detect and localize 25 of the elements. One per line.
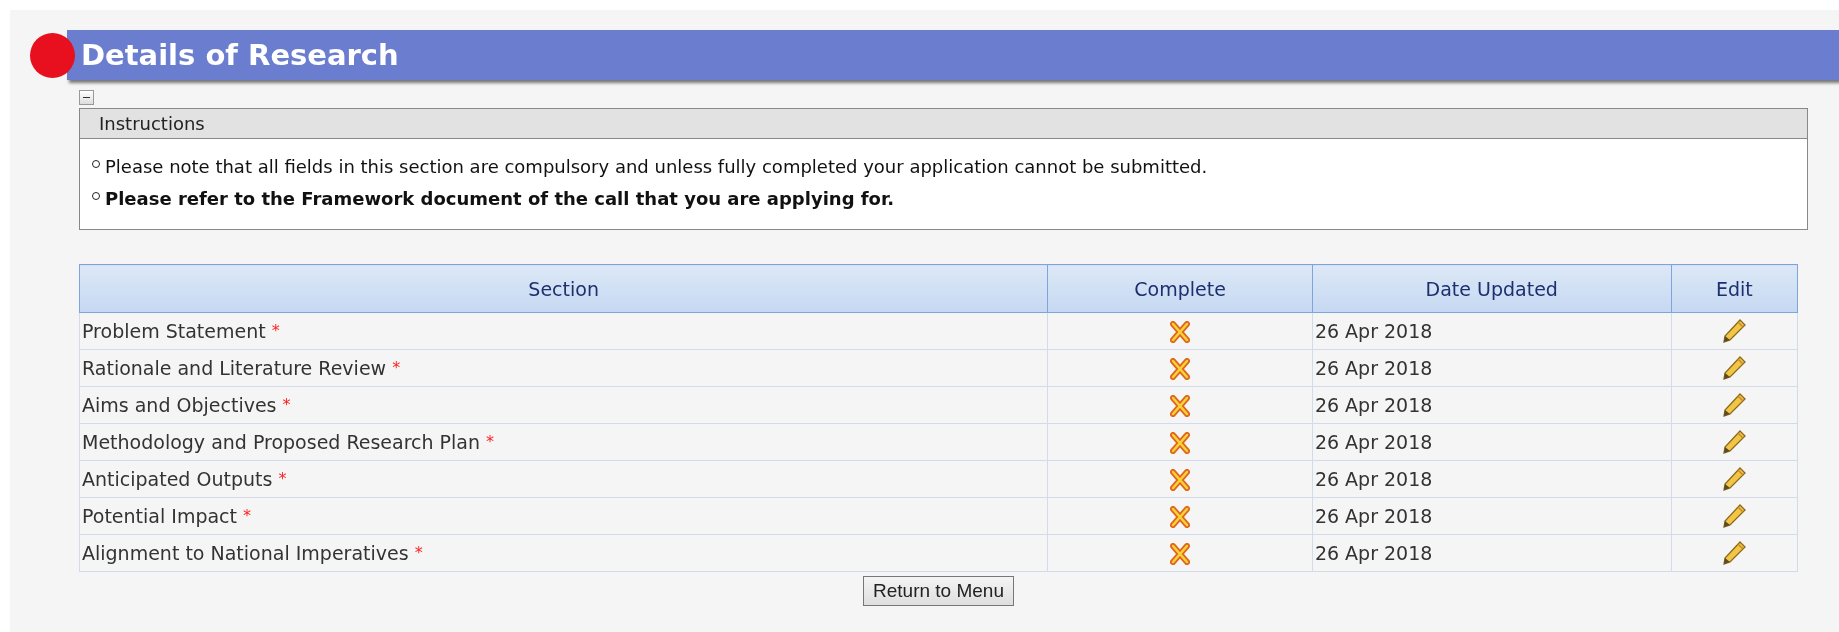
table-cell: 26 Apr 2018	[1312, 312, 1672, 350]
column-header: Complete	[1047, 264, 1313, 313]
pencil-icon[interactable]	[1721, 466, 1748, 492]
table-cell: 26 Apr 2018	[1312, 460, 1672, 498]
pencil-icon[interactable]	[1721, 429, 1748, 455]
pencil-icon[interactable]	[1721, 392, 1748, 418]
return-button[interactable]: Return to Menu	[863, 576, 1014, 606]
instruction-text: Please note that all fields in this section are compulsory and unless fully completed your application cannot be submitted.	[105, 155, 1208, 179]
pencil-icon[interactable]	[1721, 503, 1748, 529]
status-dot-icon	[30, 32, 75, 78]
table-cell: 26 Apr 2018	[1312, 349, 1672, 387]
table-cell: 26 Apr 2018	[1312, 534, 1672, 572]
collapse-icon[interactable]	[79, 90, 94, 105]
instructions-heading: Instructions	[80, 109, 1807, 139]
column-header: Date Updated	[1312, 264, 1672, 313]
table-cell: 26 Apr 2018	[1312, 497, 1672, 535]
page-title: Details of Research	[80, 38, 399, 72]
pencil-icon[interactable]	[1721, 540, 1748, 566]
column-header: Section	[79, 264, 1048, 313]
column-header: Edit	[1671, 264, 1798, 313]
table-cell: 26 Apr 2018	[1312, 386, 1672, 424]
instruction-text: Please refer to the Framework document of the call that you are applying for.	[105, 187, 895, 211]
pencil-icon[interactable]	[1721, 318, 1748, 344]
table-cell: 26 Apr 2018	[1312, 423, 1672, 461]
pencil-icon[interactable]	[1721, 355, 1748, 381]
